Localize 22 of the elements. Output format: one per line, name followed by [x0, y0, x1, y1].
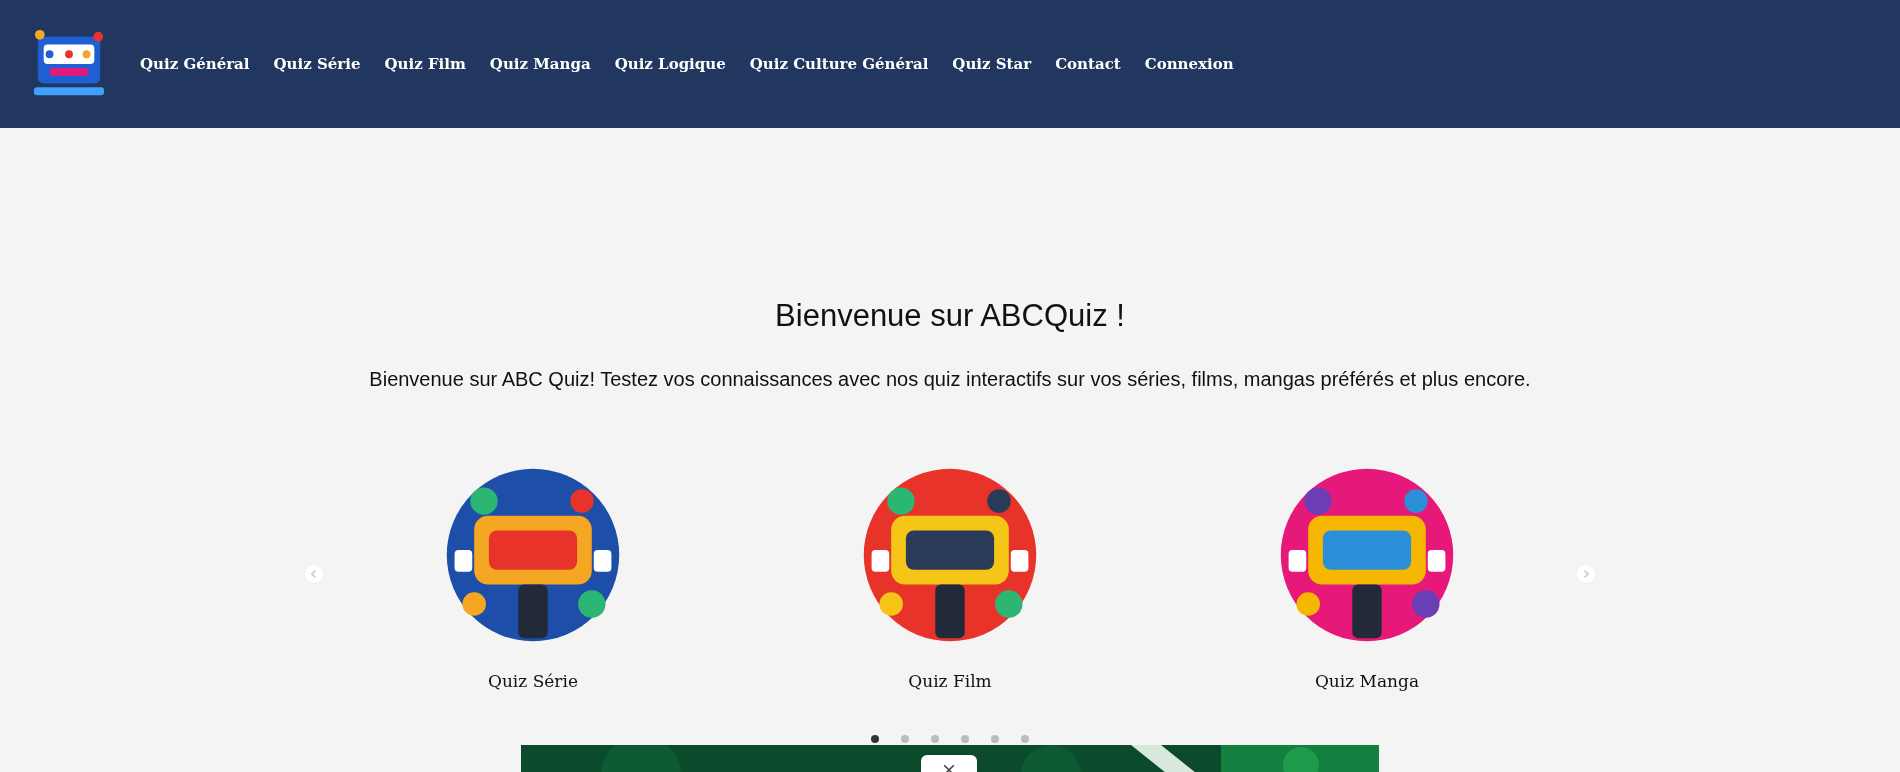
carousel-dot[interactable] [991, 735, 999, 743]
carousel-dot[interactable] [931, 735, 939, 743]
nav-link[interactable]: Quiz Film [384, 55, 466, 73]
next-button[interactable] [1577, 565, 1595, 583]
carousel-dot[interactable] [871, 735, 879, 743]
carousel-dot[interactable] [1021, 735, 1029, 743]
nav-link[interactable]: Quiz Manga [489, 55, 591, 73]
page-heading: Bienvenue sur ABCQuiz ! [775, 298, 1125, 334]
carousel-dot[interactable] [961, 735, 969, 743]
slide-caption[interactable]: Quiz Film [908, 671, 992, 691]
nav-link[interactable]: Quiz Général [140, 55, 250, 73]
intro-text: Bienvenue sur ABC Quiz! Testez vos connaissances avec nos quiz interactifs sur vos séries, films, mangas préférés et plus encore. [369, 368, 1531, 391]
nav-link[interactable]: Connexion [1144, 55, 1234, 73]
slide-caption[interactable]: Quiz Série [488, 671, 578, 691]
nav-link[interactable]: Quiz Logique [614, 55, 726, 73]
previous-button[interactable] [305, 565, 323, 583]
nav-link[interactable]: Quiz Star [952, 55, 1032, 73]
nav-link[interactable]: Contact [1055, 55, 1121, 73]
slide-caption[interactable]: Quiz Manga [1314, 671, 1420, 691]
carousel-dot[interactable] [901, 735, 909, 743]
nav-link[interactable]: Quiz Culture Général [749, 55, 929, 73]
nav-link[interactable]: Quiz Série [273, 55, 361, 73]
